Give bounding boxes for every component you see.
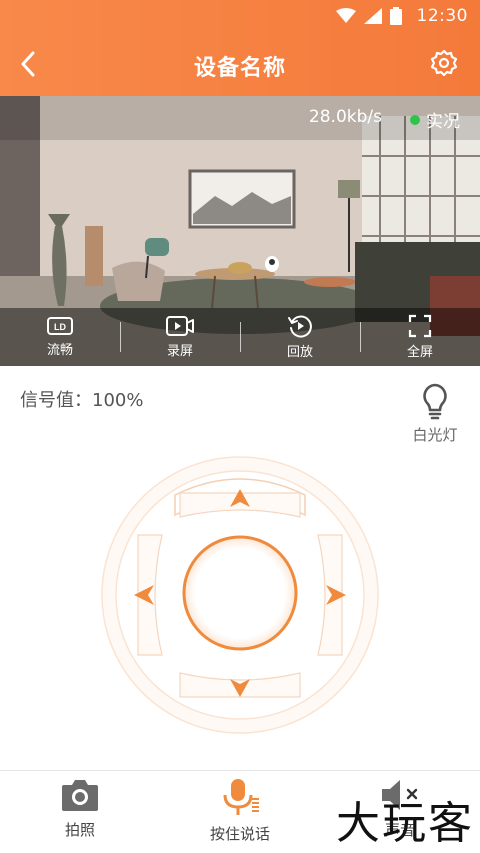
ptz-center-button[interactable]: [182, 535, 298, 651]
playback-button[interactable]: 回放: [240, 308, 360, 366]
bitrate-readout: 28.0kb/s: [308, 107, 382, 127]
snapshot-button[interactable]: 拍照: [0, 771, 160, 853]
gear-icon: [430, 49, 458, 77]
header: 12:30 设备名称: [0, 0, 480, 96]
white-light-button[interactable]: 白光灯: [410, 382, 460, 445]
settings-button[interactable]: [428, 47, 460, 79]
snapshot-label: 拍照: [64, 821, 95, 839]
status-time: 12:30: [416, 6, 468, 26]
fullscreen-label: 全屏: [406, 345, 433, 360]
fullscreen-button[interactable]: 全屏: [360, 308, 480, 366]
record-screen-icon: [166, 316, 194, 336]
video-toolbar: LD 流畅 录屏 回放 全屏: [0, 308, 480, 366]
svg-text:LD: LD: [54, 322, 66, 332]
signal-strength: 信号值：100%: [20, 390, 144, 411]
watermark: 大玩客: [336, 798, 474, 849]
push-to-talk-button[interactable]: 按住说话: [160, 771, 320, 853]
ld-quality-icon: LD: [47, 317, 73, 335]
white-light-label: 白光灯: [412, 426, 458, 444]
camera-icon: [62, 780, 98, 811]
playback-icon: [288, 315, 312, 338]
status-icons: [336, 7, 402, 25]
quality-label: 流畅: [46, 343, 73, 358]
wifi-icon: [336, 8, 356, 23]
microphone-icon: [223, 779, 259, 815]
live-label: 实况: [426, 112, 460, 132]
video-player[interactable]: 28.0kb/s 实况 LD 流畅 录屏 回放 全屏: [0, 96, 480, 366]
quality-button[interactable]: LD 流畅: [0, 308, 120, 366]
push-to-talk-label: 按住说话: [209, 825, 270, 843]
lightbulb-icon: [423, 383, 447, 420]
fullscreen-icon: [408, 314, 432, 338]
live-status-dot: [410, 114, 420, 125]
live-indicator[interactable]: 实况: [410, 107, 460, 132]
record-screen-label: 录屏: [166, 344, 193, 359]
cell-signal-icon: [364, 8, 382, 24]
title-bar: 设备名称: [0, 32, 480, 96]
playback-label: 回放: [286, 345, 313, 360]
record-screen-button[interactable]: 录屏: [120, 308, 240, 366]
status-bar: 12:30: [0, 0, 480, 32]
page-title: 设备名称: [193, 56, 286, 81]
video-status-bar: 28.0kb/s 实况: [0, 96, 480, 140]
ptz-control-pad: [101, 456, 379, 734]
battery-icon: [390, 7, 402, 25]
